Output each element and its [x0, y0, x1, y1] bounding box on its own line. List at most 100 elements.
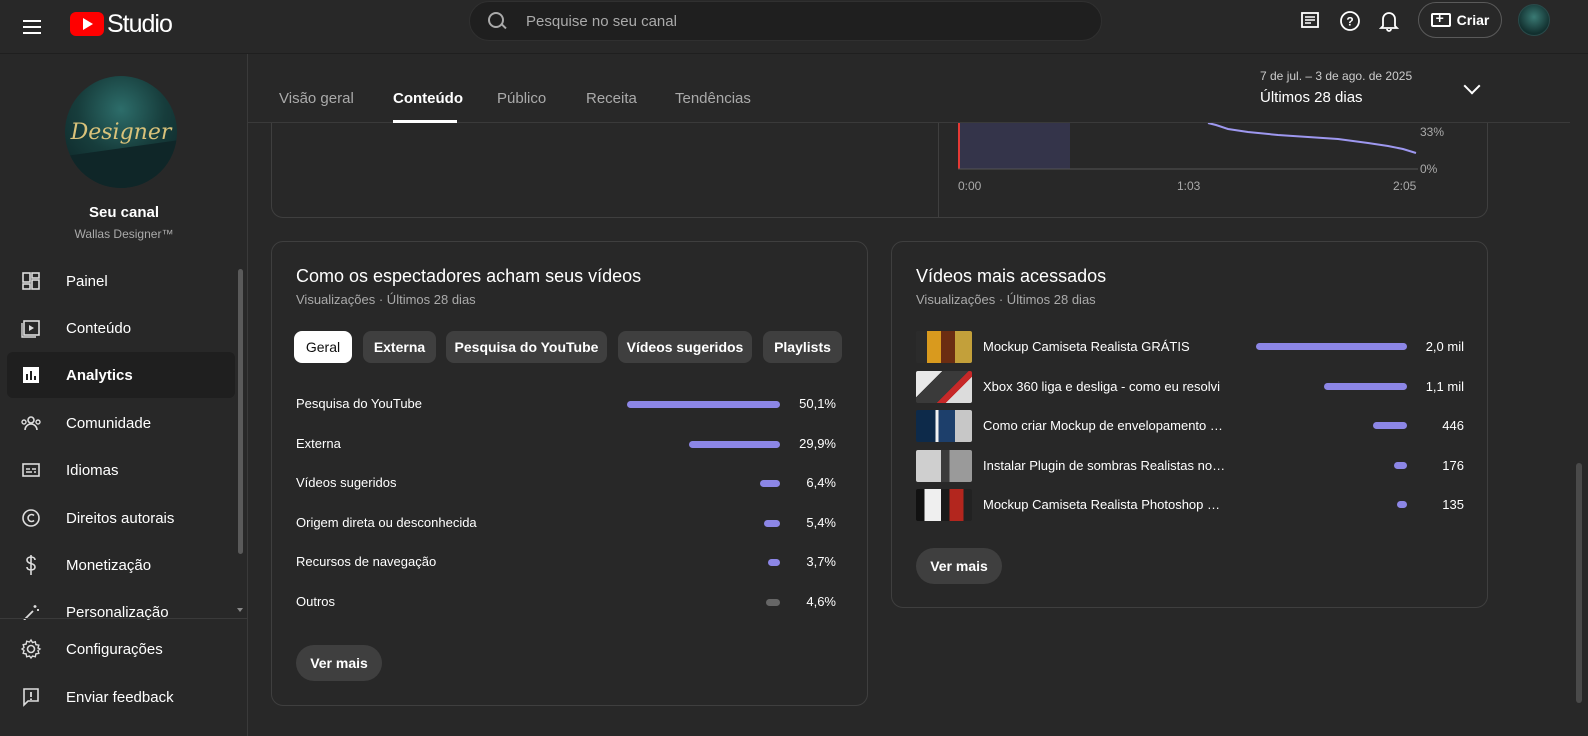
x-tick-label: 1:03: [1177, 179, 1201, 193]
scroll-down-arrow-icon[interactable]: [237, 608, 243, 612]
main-scrollbar[interactable]: [1570, 123, 1588, 736]
video-title[interactable]: Mockup Camiseta Realista GRÁTIS: [983, 339, 1228, 354]
svg-text:?: ?: [1346, 15, 1353, 29]
youtube-logo-icon: [70, 12, 104, 36]
video-title[interactable]: Instalar Plugin de sombras Realistas no …: [983, 458, 1228, 473]
video-thumbnail[interactable]: [916, 449, 972, 482]
top-video-row[interactable]: Mockup Camiseta Realista Photoshop PSD 13…: [916, 489, 1464, 521]
traffic-source-label: Externa: [296, 435, 341, 451]
notifications-bell-icon[interactable]: [1376, 8, 1402, 34]
chip-pesquisa-youtube[interactable]: Pesquisa do YouTube: [446, 331, 607, 363]
traffic-source-value: 4,6%: [806, 594, 836, 609]
studio-logo[interactable]: Studio: [70, 8, 173, 40]
tab-receita[interactable]: Receita: [586, 90, 637, 107]
traffic-source-label: Outros: [296, 594, 336, 609]
avatar-logo-text: Designer: [70, 120, 172, 145]
see-more-button[interactable]: Ver mais: [296, 645, 382, 681]
traffic-source-bar: [627, 401, 780, 408]
video-title[interactable]: Como criar Mockup de envelopamento de ve…: [983, 418, 1228, 433]
dashboard-icon: [20, 270, 42, 292]
scrollbar-thumb[interactable]: [1576, 463, 1582, 703]
channel-name: Wallas Designer™: [74, 227, 174, 241]
tab-visao-geral[interactable]: Visão geral: [279, 90, 354, 107]
tab-conteudo[interactable]: Conteúdo: [393, 90, 463, 107]
sidebar-item-enviar-feedback[interactable]: Enviar feedback: [7, 674, 235, 720]
see-more-button[interactable]: Ver mais: [916, 548, 1002, 584]
video-views-bar: [1373, 422, 1407, 429]
date-range-label: Últimos 28 dias: [1260, 89, 1363, 106]
video-thumbnail[interactable]: [916, 489, 972, 521]
tab-publico[interactable]: Público: [497, 90, 546, 107]
dollar-icon: [20, 554, 42, 576]
video-views-bar: [1323, 382, 1407, 390]
sidebar-item-configuracoes[interactable]: Configurações: [7, 626, 235, 672]
sidebar-item-label: Idiomas: [66, 461, 119, 479]
sidebar-item-label: Analytics: [66, 366, 133, 384]
help-icon[interactable]: ?: [1337, 8, 1363, 34]
search-bar[interactable]: [469, 1, 1102, 41]
card-title: Como os espectadores acham seus vídeos: [296, 266, 642, 286]
video-title[interactable]: Xbox 360 liga e desliga - como eu resolv…: [983, 379, 1228, 394]
video-thumbnail[interactable]: [916, 331, 972, 363]
traffic-source-row[interactable]: Recursos de navegação 3,7%: [296, 552, 836, 572]
sidebar-item-conteudo[interactable]: Conteúdo: [7, 305, 235, 351]
x-tick-label: 2:05: [1393, 179, 1417, 193]
traffic-source-row[interactable]: Vídeos sugeridos 6,4%: [296, 473, 836, 493]
traffic-source-value: 6,4%: [806, 475, 836, 491]
traffic-source-value: 29,9%: [799, 435, 836, 451]
chip-playlists[interactable]: Playlists: [763, 331, 842, 363]
channel-avatar[interactable]: Designer: [65, 76, 177, 188]
top-video-row[interactable]: Instalar Plugin de sombras Realistas no …: [916, 449, 1464, 482]
sidebar-item-label: Configurações: [66, 640, 163, 658]
sidebar-item-label: Conteúdo: [66, 319, 132, 337]
sidebar-item-label: Painel: [66, 272, 108, 290]
top-video-row[interactable]: Xbox 360 liga e desliga - como eu resolv…: [916, 370, 1464, 403]
traffic-source-value: 5,4%: [806, 514, 836, 530]
chart-highlight-region: [959, 123, 1070, 169]
top-video-row[interactable]: Mockup Camiseta Realista GRÁTIS 2,0 mil: [916, 331, 1464, 363]
sidebar-divider: [0, 618, 248, 619]
date-range-picker[interactable]: 7 de jul. – 3 de ago. de 2025 Últimos 28…: [1260, 69, 1412, 106]
sidebar: Designer Seu canal Wallas Designer™ Pain…: [0, 54, 248, 736]
traffic-source-value: 3,7%: [806, 554, 836, 570]
account-avatar[interactable]: [1518, 4, 1550, 36]
sidebar-item-idiomas[interactable]: Idiomas: [7, 447, 235, 493]
channel-title: Seu canal: [88, 204, 160, 221]
sidebar-item-comunidade[interactable]: Comunidade: [7, 400, 235, 446]
chevron-down-icon[interactable]: [1463, 77, 1481, 95]
chip-geral[interactable]: Geral: [294, 331, 352, 363]
video-thumbnail[interactable]: [916, 370, 972, 403]
chip-videos-sugeridos[interactable]: Vídeos sugeridos: [618, 331, 752, 363]
traffic-source-bar: [765, 599, 780, 606]
sidebar-item-direitos-autorais[interactable]: Direitos autorais: [7, 495, 235, 541]
traffic-source-row[interactable]: Origem direta ou desconhecida 5,4%: [296, 513, 836, 533]
menu-icon[interactable]: [20, 14, 46, 40]
tab-tendencias[interactable]: Tendências: [675, 90, 751, 107]
traffic-source-row[interactable]: Pesquisa do YouTube 50,1%: [296, 394, 836, 414]
sidebar-item-label: Monetização: [66, 556, 152, 574]
create-button[interactable]: Criar: [1418, 2, 1502, 38]
messages-icon[interactable]: [1297, 8, 1323, 34]
video-thumbnail[interactable]: [916, 410, 972, 442]
sidebar-scrollbar[interactable]: [238, 269, 243, 554]
video-title[interactable]: Mockup Camiseta Realista Photoshop PSD: [983, 497, 1228, 512]
top-video-row[interactable]: Como criar Mockup de envelopamento de ve…: [916, 410, 1464, 442]
x-tick-label: 0:00: [958, 179, 982, 193]
search-input[interactable]: [526, 12, 1066, 30]
sidebar-item-painel[interactable]: Painel: [7, 258, 235, 304]
traffic-source-row[interactable]: Externa 29,9%: [296, 434, 836, 454]
video-views-value: 1,1 mil: [1425, 378, 1464, 394]
subtitles-icon: [20, 459, 42, 481]
search-icon[interactable]: [486, 10, 508, 32]
feedback-icon: [20, 686, 42, 708]
traffic-source-bar: [760, 480, 780, 488]
traffic-source-label: Recursos de navegação: [296, 554, 437, 570]
chip-externa[interactable]: Externa: [363, 331, 436, 363]
sidebar-item-analytics[interactable]: Analytics: [7, 352, 235, 398]
sidebar-item-personalizacao[interactable]: Personalização: [7, 590, 235, 620]
traffic-source-bar: [688, 440, 780, 448]
sidebar-item-monetizacao[interactable]: Monetização: [7, 542, 235, 588]
content-icon: [20, 317, 42, 339]
date-range-dates: 7 de jul. – 3 de ago. de 2025: [1260, 69, 1413, 83]
traffic-source-row[interactable]: Outros 4,6%: [296, 592, 836, 612]
